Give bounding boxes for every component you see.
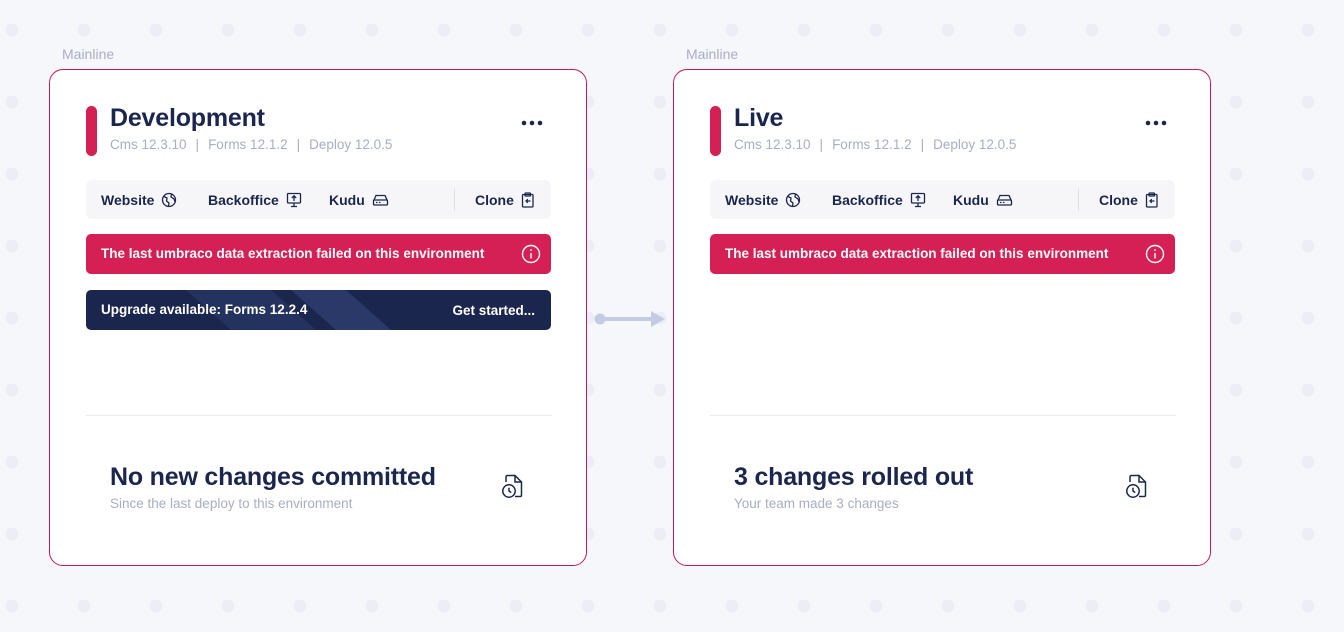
environment-card-live: Live Cms 12.3.10 | Forms 12.1.2 | Deploy 12.… xyxy=(673,69,1211,566)
more-options-icon[interactable] xyxy=(1144,110,1168,134)
cms-version: Cms 12.3.10 xyxy=(734,137,811,152)
website-label: Website xyxy=(101,191,155,208)
document-history-icon[interactable] xyxy=(1124,474,1148,500)
deploy-version: Deploy 12.0.5 xyxy=(309,137,393,152)
deploy-version: Deploy 12.0.5 xyxy=(933,137,1017,152)
backoffice-label: Backoffice xyxy=(832,191,903,208)
kudu-label: Kudu xyxy=(953,191,989,208)
clone-label: Clone xyxy=(1099,191,1138,208)
monitor-upload-icon xyxy=(286,192,301,207)
backoffice-button[interactable]: Backoffice xyxy=(208,180,302,219)
more-options-icon[interactable] xyxy=(520,110,544,134)
toolbar-divider xyxy=(454,188,455,211)
website-button[interactable]: Website xyxy=(101,180,177,219)
lane-label-live: Mainline xyxy=(686,46,739,62)
upgrade-banner: Upgrade available: Forms 12.2.4 Get star… xyxy=(86,290,551,330)
server-icon xyxy=(372,194,388,206)
version-separator: | xyxy=(819,137,824,152)
version-info: Cms 12.3.10 | Forms 12.1.2 | Deploy 12.0.5 xyxy=(734,137,1016,152)
toolbar-divider xyxy=(1078,188,1079,211)
version-separator: | xyxy=(195,137,200,152)
extraction-failed-alert: The last umbraco data extraction failed … xyxy=(710,234,1175,274)
environment-toolbar: Website Backoffice Kudu Clone xyxy=(710,180,1175,219)
lane-label-development: Mainline xyxy=(62,46,115,62)
website-label: Website xyxy=(725,191,779,208)
clone-button[interactable]: Clone xyxy=(475,180,535,219)
clipboard-copy-icon xyxy=(1145,191,1158,208)
upgrade-message: Upgrade available: Forms 12.2.4 xyxy=(101,302,308,317)
version-info: Cms 12.3.10 | Forms 12.1.2 | Deploy 12.0.5 xyxy=(110,137,392,152)
arrow-right-icon xyxy=(594,311,665,327)
info-icon[interactable] xyxy=(1145,244,1165,264)
environment-accent-bar xyxy=(86,106,97,156)
environment-title: Development xyxy=(110,104,265,132)
website-button[interactable]: Website xyxy=(725,180,801,219)
changes-title: No new changes committed xyxy=(110,463,436,491)
version-separator: | xyxy=(920,137,925,152)
alert-message: The last umbraco data extraction failed … xyxy=(725,246,1109,261)
clone-button[interactable]: Clone xyxy=(1099,180,1159,219)
forms-version: Forms 12.1.2 xyxy=(832,137,912,152)
clipboard-copy-icon xyxy=(521,191,534,208)
kudu-button[interactable]: Kudu xyxy=(329,180,389,219)
backoffice-button[interactable]: Backoffice xyxy=(832,180,926,219)
environment-toolbar: Website Backoffice Kudu Clone xyxy=(86,180,551,219)
changes-subtitle: Your team made 3 changes xyxy=(734,496,899,511)
version-separator: | xyxy=(296,137,301,152)
changes-title: 3 changes rolled out xyxy=(734,463,974,491)
extraction-failed-alert: The last umbraco data extraction failed … xyxy=(86,234,551,274)
clone-label: Clone xyxy=(475,191,514,208)
backoffice-label: Backoffice xyxy=(208,191,279,208)
card-divider xyxy=(710,415,1176,416)
cms-version: Cms 12.3.10 xyxy=(110,137,187,152)
environment-card-development: Development Cms 12.3.10 | Forms 12.1.2 | Dep… xyxy=(49,69,587,566)
changes-subtitle: Since the last deploy to this environmen… xyxy=(110,496,353,511)
get-started-link[interactable]: Get started... xyxy=(452,303,535,318)
globe-icon xyxy=(162,192,177,207)
monitor-upload-icon xyxy=(910,192,925,207)
kudu-button[interactable]: Kudu xyxy=(953,180,1013,219)
kudu-label: Kudu xyxy=(329,191,365,208)
environment-accent-bar xyxy=(710,106,721,156)
forms-version: Forms 12.1.2 xyxy=(208,137,288,152)
alert-message: The last umbraco data extraction failed … xyxy=(101,246,485,261)
card-divider xyxy=(86,415,552,416)
server-icon xyxy=(996,194,1012,206)
info-icon[interactable] xyxy=(521,244,541,264)
globe-icon xyxy=(786,192,801,207)
environment-title: Live xyxy=(734,104,784,132)
document-history-icon[interactable] xyxy=(500,474,524,500)
